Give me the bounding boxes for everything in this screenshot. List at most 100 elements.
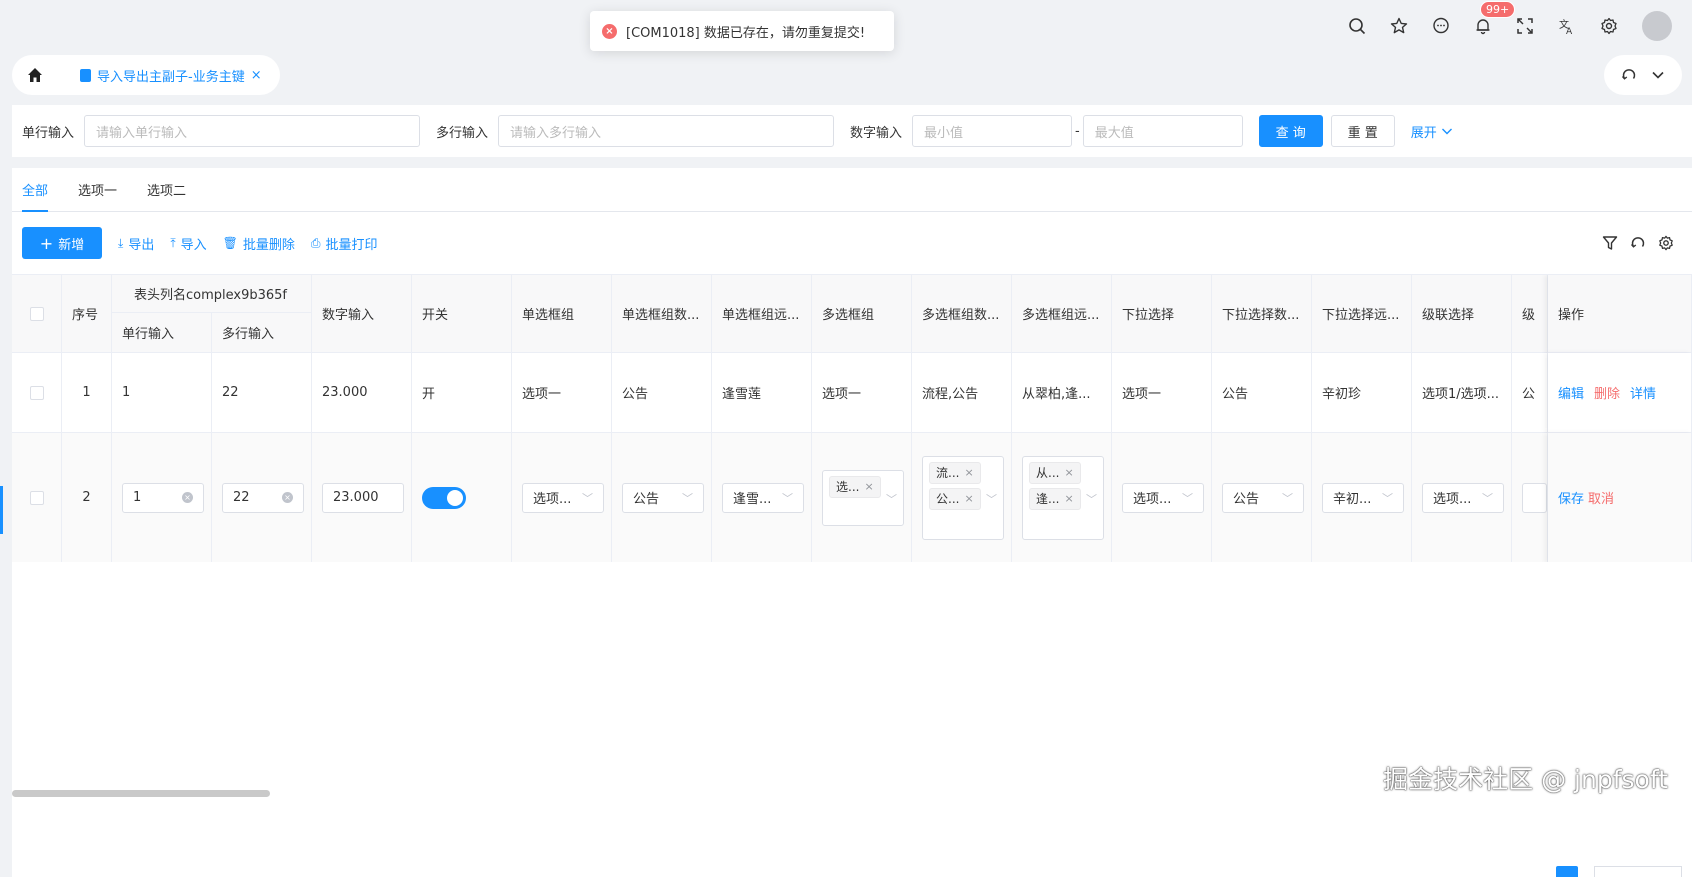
row1-radio-data: 公告 [612, 353, 712, 433]
row2-radio-remote-select[interactable]: 逢雪... ﹀ [722, 482, 804, 513]
close-icon[interactable]: × [251, 68, 262, 83]
row2-cascader-2-dropdown[interactable] [1522, 482, 1547, 513]
row1-checkbox[interactable] [29, 385, 44, 400]
horizontal-scrollbar[interactable] [12, 790, 270, 797]
row1-index: 1 [62, 353, 112, 433]
row2-radio-data-cell: 公告 ﹀ [612, 433, 712, 562]
top-icons: 99+ 文A [1336, 1, 1672, 42]
avatar[interactable] [1642, 11, 1672, 41]
row2-checkbox-data-cell: 流... × 公... × ﹀ [912, 433, 1012, 562]
detail-button[interactable]: 详情 [1630, 383, 1656, 402]
import-label: 导入 [180, 237, 207, 253]
import-button[interactable]: ⤒ 导入 [170, 234, 206, 253]
error-toast: × [COM1018] 数据已存在，请勿重复提交! [590, 11, 894, 51]
clear-icon[interactable]: × [282, 492, 293, 503]
chevron-down-icon: ﹀ [1382, 491, 1393, 505]
translate-icon[interactable]: 文A [1546, 10, 1588, 42]
clear-icon[interactable]: × [182, 492, 193, 503]
pagination-size-select[interactable] [1594, 866, 1682, 877]
query-button[interactable]: 查 询 [1258, 115, 1323, 147]
header-checkbox-data: 多选框组数... [912, 275, 1012, 353]
pagination-current-page[interactable] [1556, 866, 1578, 877]
settings-icon[interactable] [1588, 10, 1630, 42]
number-input-label: 数字输入 [850, 125, 903, 141]
row2-radio-data-value: 公告 [633, 492, 660, 507]
batch-delete-label: 批量删除 [242, 237, 295, 253]
header-cascader-2: 级 [1512, 275, 1548, 353]
home-icon[interactable] [12, 55, 58, 95]
row1-number: 23.000 [312, 353, 412, 433]
row2-select-remote-cell: 辛初... ﹀ [1312, 433, 1412, 562]
row2-index: 2 [62, 433, 112, 562]
close-icon[interactable]: × [964, 492, 973, 505]
add-label: 新增 [58, 237, 85, 253]
expand-label: 展开 [1410, 125, 1437, 141]
close-icon[interactable]: × [1064, 492, 1073, 505]
watermark: 掘金技术社区 @ jnpfsoft [1383, 765, 1668, 794]
row2-checkbox[interactable] [29, 490, 44, 505]
delete-button[interactable]: 删除 [1594, 383, 1620, 402]
row2-cascader-dropdown[interactable]: 选项... ﹀ [1422, 482, 1504, 513]
chevron-down-icon [1441, 128, 1452, 135]
row2-select-data-dropdown[interactable]: 公告 ﹀ [1222, 482, 1304, 513]
cancel-button[interactable]: 取消 [1588, 488, 1614, 507]
fullscreen-icon[interactable] [1504, 10, 1546, 42]
row2-switch-toggle[interactable] [422, 486, 466, 509]
row2-select-dropdown[interactable]: 选项... ﹀ [1122, 482, 1204, 513]
multi-input-field[interactable]: 请输入多行输入 [498, 115, 835, 147]
chevron-down-icon: ﹀ [1182, 491, 1193, 505]
select-all-cell [12, 275, 62, 353]
min-value-field[interactable]: 最小值 [912, 115, 1073, 147]
batch-print-button[interactable]: ⎙ 批量打印 [311, 234, 378, 253]
row2-select-remote-dropdown[interactable]: 辛初... ﹀ [1322, 482, 1404, 513]
batch-delete-button[interactable]: 🗑 批量删除 [223, 234, 295, 253]
message-icon[interactable] [1420, 10, 1462, 42]
close-icon[interactable]: × [1064, 466, 1073, 479]
filter-icon[interactable] [1596, 232, 1624, 254]
tag-label: 从... [1036, 466, 1060, 480]
row2-checkbox-select[interactable]: 选... × ﹀ [822, 469, 904, 526]
header-multi-input: 多行输入 [212, 313, 312, 353]
trash-icon: 🗑 [222, 236, 238, 250]
row2-checkbox-remote-cell: 从... × 逢... × ﹀ [1012, 433, 1112, 562]
tab-option-one[interactable]: 选项一 [78, 167, 117, 211]
column-settings-icon[interactable] [1652, 232, 1680, 254]
selected-tag: 选... × [829, 475, 881, 498]
row2-single-input[interactable]: 1 × [122, 482, 204, 513]
row2-multi-cell: 22 × [212, 433, 312, 562]
sub-tabs: 全部 选项一 选项二 [12, 168, 1692, 212]
refresh-icon[interactable] [1624, 232, 1652, 254]
side-indicator [0, 486, 3, 534]
star-icon[interactable] [1378, 10, 1420, 42]
row2-checkbox-remote-select[interactable]: 从... × 逢... × ﹀ [1022, 455, 1104, 540]
save-button[interactable]: 保存 [1558, 488, 1584, 507]
export-button[interactable]: ⤓ 导出 [118, 234, 154, 253]
refresh-icon[interactable] [1621, 67, 1637, 83]
single-input-field[interactable]: 请输入单行输入 [84, 115, 421, 147]
close-icon[interactable]: × [864, 480, 873, 493]
search-panel: 单行输入 请输入单行输入 多行输入 请输入多行输入 数字输入 最小值 - 最大值… [12, 105, 1692, 157]
tab-import-export[interactable]: 导入导出主副子-业务主键 × [58, 55, 280, 95]
row2-single-cell: 1 × [112, 433, 212, 562]
tab-label: 导入导出主副子-业务主键 [97, 69, 245, 85]
row2-radio-data-select[interactable]: 公告 ﹀ [622, 482, 704, 513]
bell-icon[interactable]: 99+ [1462, 1, 1516, 42]
row2-checkbox-data-select[interactable]: 流... × 公... × ﹀ [922, 455, 1004, 540]
tab-all[interactable]: 全部 [22, 167, 49, 212]
reset-button[interactable]: 重 置 [1330, 115, 1395, 147]
max-value-field[interactable]: 最大值 [1082, 115, 1243, 147]
select-all-checkbox[interactable] [29, 306, 44, 321]
row2-multi-value: 22 [233, 490, 250, 505]
row2-radio-select[interactable]: 选项... ﹀ [522, 482, 604, 513]
tabs-actions [1604, 55, 1682, 95]
close-icon[interactable]: × [964, 466, 973, 479]
edit-button[interactable]: 编辑 [1558, 383, 1584, 402]
row2-number-input[interactable]: 23.000 [322, 482, 404, 513]
row1-cascader: 选项1/选项... [1412, 353, 1512, 433]
chevron-down-icon[interactable] [1650, 67, 1666, 83]
add-button[interactable]: + 新增 [22, 227, 102, 259]
search-icon[interactable] [1336, 10, 1378, 42]
row2-multi-input[interactable]: 22 × [222, 482, 304, 513]
expand-link[interactable]: 展开 [1411, 122, 1454, 141]
tab-option-two[interactable]: 选项二 [147, 167, 186, 211]
